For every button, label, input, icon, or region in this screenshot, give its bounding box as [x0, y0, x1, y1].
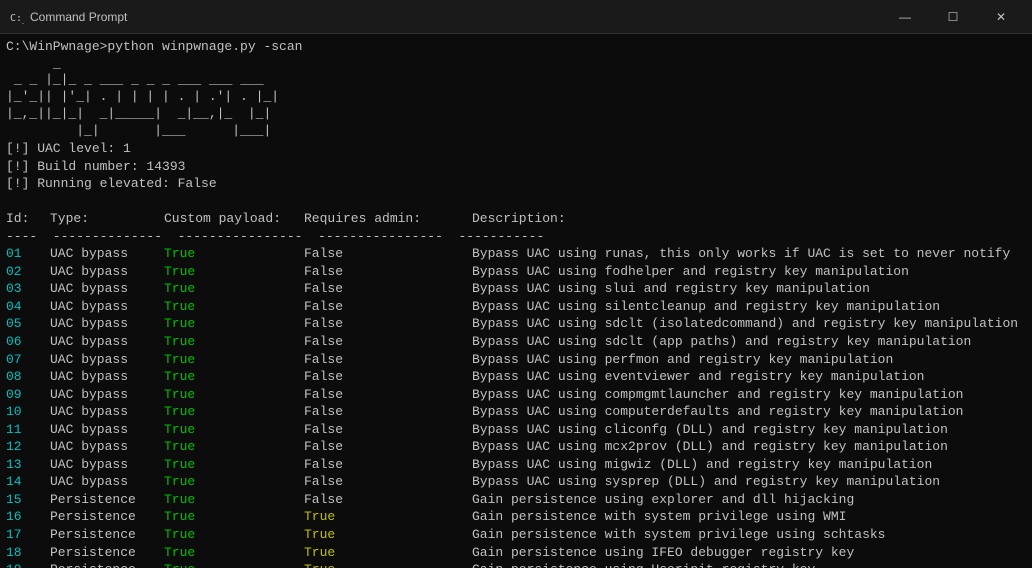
ascii-line-4: |_,_||_|_| _|_____| _|__,|_ |_|	[6, 106, 1026, 123]
cmd-icon: C:_	[8, 9, 24, 25]
terminal-output: C:\WinPwnage>python winpwnage.py -scan _…	[0, 34, 1032, 568]
table-header: Id: Type: Custom payload: Requires admin…	[6, 210, 1026, 228]
table-row: 09 UAC bypass True False Bypass UAC usin…	[6, 386, 1026, 404]
table-row: 15 Persistence True False Gain persisten…	[6, 491, 1026, 509]
header-type: Type:	[50, 210, 164, 228]
title-bar: C:_ Command Prompt — ☐ ✕	[0, 0, 1032, 34]
header-custom: Custom payload:	[164, 210, 304, 228]
ascii-line-1: _	[6, 56, 1026, 73]
info-uac: [!] UAC level: 1	[6, 140, 1026, 158]
maximize-button[interactable]: ☐	[930, 0, 976, 34]
table-row: 03 UAC bypass True False Bypass UAC usin…	[6, 280, 1026, 298]
table-row: 12 UAC bypass True False Bypass UAC usin…	[6, 438, 1026, 456]
table-row: 16 Persistence True True Gain persistenc…	[6, 508, 1026, 526]
table-row: 01 UAC bypass True False Bypass UAC usin…	[6, 245, 1026, 263]
minimize-button[interactable]: —	[882, 0, 928, 34]
table-row: 17 Persistence True True Gain persistenc…	[6, 526, 1026, 544]
table-row: 11 UAC bypass True False Bypass UAC usin…	[6, 421, 1026, 439]
info-elevated: [!] Running elevated: False	[6, 175, 1026, 193]
table-row: 04 UAC bypass True False Bypass UAC usin…	[6, 298, 1026, 316]
ascii-line-5: |_| |___ |___|	[6, 123, 1026, 140]
ascii-line-2: _ _ |_|_ _ ___ _ _ _ ___ ___ ___	[6, 72, 1026, 89]
table-row: 08 UAC bypass True False Bypass UAC usin…	[6, 368, 1026, 386]
table-row: 07 UAC bypass True False Bypass UAC usin…	[6, 351, 1026, 369]
table-row: 05 UAC bypass True False Bypass UAC usin…	[6, 315, 1026, 333]
header-desc: Description:	[472, 210, 566, 228]
header-id: Id:	[6, 210, 50, 228]
ascii-line-3: |_'_|| |'_| . | | | | . | .'| . |_|	[6, 89, 1026, 106]
table-row: 10 UAC bypass True False Bypass UAC usin…	[6, 403, 1026, 421]
table-row: 06 UAC bypass True False Bypass UAC usin…	[6, 333, 1026, 351]
table-row: 13 UAC bypass True False Bypass UAC usin…	[6, 456, 1026, 474]
header-admin: Requires admin:	[304, 210, 472, 228]
title-bar-controls: — ☐ ✕	[882, 0, 1024, 34]
table-row: 18 Persistence True True Gain persistenc…	[6, 544, 1026, 562]
initial-command: C:\WinPwnage>python winpwnage.py -scan	[6, 38, 1026, 56]
table-row: 19 Persistence True True Gain persistenc…	[6, 561, 1026, 568]
info-build: [!] Build number: 14393	[6, 158, 1026, 176]
close-button[interactable]: ✕	[978, 0, 1024, 34]
table-row: 14 UAC bypass True False Bypass UAC usin…	[6, 473, 1026, 491]
table-row: 02 UAC bypass True False Bypass UAC usin…	[6, 263, 1026, 281]
svg-text:C:_: C:_	[10, 13, 24, 24]
window-title: Command Prompt	[30, 10, 127, 24]
table-separator: ---- -------------- ---------------- ---…	[6, 228, 1026, 246]
ascii-art-logo: _ _ _ |_|_ _ ___ _ _ _ ___ ___ ___ |_'_|…	[6, 56, 1026, 140]
title-bar-left: C:_ Command Prompt	[8, 9, 127, 25]
table-body: 01 UAC bypass True False Bypass UAC usin…	[6, 245, 1026, 568]
